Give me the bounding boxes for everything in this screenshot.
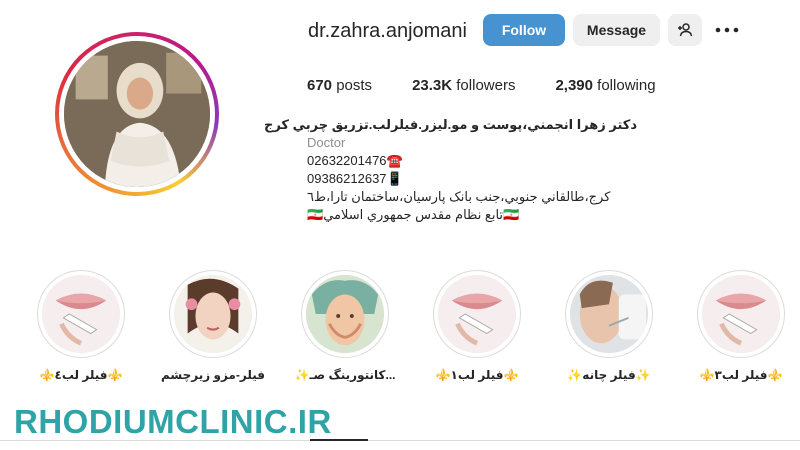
following-stat[interactable]: 2,390 following <box>555 77 655 94</box>
follow-button[interactable]: Follow <box>483 14 565 46</box>
message-button[interactable]: Message <box>573 14 660 46</box>
highlight-item[interactable]: ⚜️فيلر لب٣⚜️ <box>686 270 796 382</box>
profile-stats: 670 posts 23.3K followers 2,390 followin… <box>307 77 696 94</box>
highlight-label[interactable]: ✨کانتورينگ صـ... <box>290 368 400 382</box>
highlight-cover[interactable] <box>433 270 521 358</box>
more-options-button[interactable] <box>712 14 742 46</box>
bio-category: Doctor <box>307 135 346 150</box>
more-icon <box>715 27 739 33</box>
highlight-item[interactable]: فيلر-مزو زيرچشم <box>158 270 268 382</box>
chin-filler-photo <box>570 275 648 353</box>
highlight-image <box>174 275 252 353</box>
highlight-label[interactable]: ✨فيلر چانه✨ <box>554 368 664 382</box>
highlight-image <box>438 275 516 353</box>
tab-divider <box>0 440 800 441</box>
highlight-label[interactable]: ⚜️فيلر لب١⚜️ <box>422 368 532 382</box>
story-highlights: ⚜️فيلر لب٤⚜️ فيلر-مزو زيرچشم ✨کانتورينگ … <box>0 270 800 390</box>
highlight-image <box>570 275 648 353</box>
followers-label[interactable]: followers <box>456 77 515 94</box>
highlight-image <box>702 275 780 353</box>
highlight-label[interactable]: ⚜️فيلر لب٤⚜️ <box>26 368 136 382</box>
lips-filler-illustration <box>702 275 780 353</box>
highlight-cover[interactable] <box>301 270 389 358</box>
bio-phone-landline: 02632201476☎️ <box>307 153 403 168</box>
avatar[interactable] <box>64 41 210 187</box>
highlight-cover[interactable] <box>565 270 653 358</box>
highlight-item[interactable]: ⚜️فيلر لب٤⚜️ <box>26 270 136 382</box>
posts-count: 670 <box>307 77 333 94</box>
highlight-label[interactable]: فيلر-مزو زيرچشم <box>158 368 268 382</box>
profile-bio: دکتر زهرا انجمني،پوست و مو.ليزر.فيلرلب.ت… <box>263 116 637 224</box>
bio-note: 🇮🇷تابع نظام مقدس جمهوري اسلامي🇮🇷 <box>307 207 520 222</box>
profile-username: dr.zahra.anjomani <box>308 20 467 42</box>
highlight-item[interactable]: ✨فيلر چانه✨ <box>554 270 664 382</box>
posts-label: posts <box>336 77 373 94</box>
add-user-button[interactable] <box>668 14 702 46</box>
bio-address: کرج،طالقاني جنوبي،جنب بانک پارسيان،ساختم… <box>307 189 611 204</box>
watermark-text: RHODIUMCLINIC.IR <box>14 403 332 440</box>
lips-filler-illustration <box>438 275 516 353</box>
highlight-label[interactable]: ⚜️فيلر لب٣⚜️ <box>686 368 796 382</box>
lips-filler-illustration <box>42 275 120 353</box>
highlight-image <box>306 275 384 353</box>
bio-name: دکتر زهرا انجمني،پوست و مو.ليزر.فيلرلب.ت… <box>263 117 637 132</box>
highlight-item[interactable]: ✨کانتورينگ صـ... <box>290 270 400 382</box>
following-count[interactable]: 2,390 <box>555 77 593 94</box>
highlight-cover[interactable] <box>37 270 125 358</box>
contouring-illustration <box>306 275 384 353</box>
profile-avatar-ring[interactable] <box>55 32 219 196</box>
highlight-cover[interactable] <box>169 270 257 358</box>
highlight-cover[interactable] <box>697 270 785 358</box>
followers-stat[interactable]: 23.3K followers <box>412 77 515 94</box>
avatar-photo-illustration <box>64 41 210 187</box>
active-tab-indicator <box>310 439 368 441</box>
highlight-image <box>42 275 120 353</box>
face-illustration <box>174 275 252 353</box>
posts-stat: 670 posts <box>307 77 372 94</box>
highlight-item[interactable]: ⚜️فيلر لب١⚜️ <box>422 270 532 382</box>
following-label[interactable]: following <box>597 77 655 94</box>
avatar-frame <box>59 36 215 192</box>
bio-phone-mobile: 09386212637📱 <box>307 171 403 186</box>
add-user-icon <box>678 23 693 37</box>
followers-count[interactable]: 23.3K <box>412 77 452 94</box>
